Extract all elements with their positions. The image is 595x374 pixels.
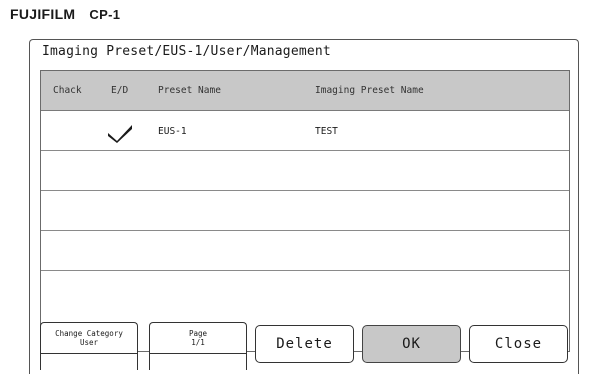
table-header: Chack E/D Preset Name Imaging Preset Nam… [41, 71, 569, 111]
device-model: CP-1 [89, 7, 121, 22]
page-label: Page [188, 329, 208, 338]
ok-button[interactable]: OK [362, 325, 461, 363]
table-row[interactable] [41, 231, 569, 271]
preset-table: Chack E/D Preset Name Imaging Preset Nam… [40, 70, 570, 352]
column-header-enable-disable: E/D [111, 85, 129, 96]
fujifilm-logo: FUJIFILM [10, 6, 76, 22]
change-category-label: Change Category [55, 329, 123, 338]
table-row[interactable]: EUS-1 TEST [41, 111, 569, 151]
page-value: 1/1 [191, 338, 205, 347]
brand-header: FUJIFILM CP-1 [10, 6, 120, 26]
table-row[interactable] [41, 151, 569, 191]
imaging-preset-name-cell: TEST [315, 126, 338, 137]
preset-name-cell: EUS-1 [158, 126, 187, 137]
column-header-imaging-preset-name: Imaging Preset Name [315, 85, 424, 96]
table-row[interactable] [41, 271, 569, 311]
column-header-preset-name: Preset Name [158, 85, 221, 96]
checkmark-icon[interactable] [107, 123, 133, 143]
change-category-button[interactable]: Change Category User [40, 322, 138, 370]
page-button[interactable]: Page 1/1 [149, 322, 247, 370]
column-header-chack: Chack [53, 85, 82, 96]
preset-management-window: Imaging Preset/EUS-1/User/Management Cha… [29, 39, 579, 374]
category-value: User [79, 338, 99, 347]
delete-button[interactable]: Delete [255, 325, 354, 363]
window-title: Imaging Preset/EUS-1/User/Management [42, 44, 331, 59]
close-button[interactable]: Close [469, 325, 568, 363]
table-row[interactable] [41, 191, 569, 231]
